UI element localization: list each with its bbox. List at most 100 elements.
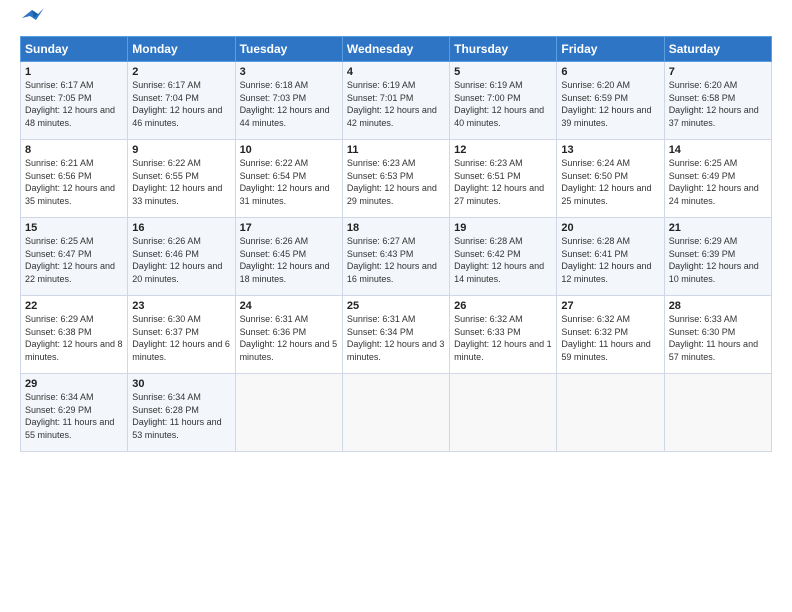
day-number: 3 xyxy=(240,66,338,78)
day-number: 11 xyxy=(347,144,445,156)
calendar-day-cell: 6 Sunrise: 6:20 AMSunset: 6:59 PMDayligh… xyxy=(557,62,664,140)
calendar-day-cell: 7 Sunrise: 6:20 AMSunset: 6:58 PMDayligh… xyxy=(664,62,771,140)
day-detail: Sunrise: 6:22 AMSunset: 6:55 PMDaylight:… xyxy=(132,158,222,206)
calendar-day-cell: 17 Sunrise: 6:26 AMSunset: 6:45 PMDaylig… xyxy=(235,218,342,296)
day-number: 14 xyxy=(669,144,767,156)
day-detail: Sunrise: 6:20 AMSunset: 6:58 PMDaylight:… xyxy=(669,80,759,128)
day-number: 6 xyxy=(561,66,659,78)
day-number: 2 xyxy=(132,66,230,78)
calendar-week-row: 8 Sunrise: 6:21 AMSunset: 6:56 PMDayligh… xyxy=(21,140,772,218)
day-detail: Sunrise: 6:23 AMSunset: 6:53 PMDaylight:… xyxy=(347,158,437,206)
day-number: 8 xyxy=(25,144,123,156)
day-number: 4 xyxy=(347,66,445,78)
calendar-day-cell: 24 Sunrise: 6:31 AMSunset: 6:36 PMDaylig… xyxy=(235,296,342,374)
day-detail: Sunrise: 6:28 AMSunset: 6:42 PMDaylight:… xyxy=(454,236,544,284)
day-number: 7 xyxy=(669,66,767,78)
day-detail: Sunrise: 6:18 AMSunset: 7:03 PMDaylight:… xyxy=(240,80,330,128)
day-number: 9 xyxy=(132,144,230,156)
calendar-body: 1 Sunrise: 6:17 AMSunset: 7:05 PMDayligh… xyxy=(21,62,772,452)
calendar-day-cell: 18 Sunrise: 6:27 AMSunset: 6:43 PMDaylig… xyxy=(342,218,449,296)
day-number: 18 xyxy=(347,222,445,234)
day-detail: Sunrise: 6:32 AMSunset: 6:33 PMDaylight:… xyxy=(454,314,552,362)
day-number: 16 xyxy=(132,222,230,234)
day-number: 26 xyxy=(454,300,552,312)
calendar-day-cell: 20 Sunrise: 6:28 AMSunset: 6:41 PMDaylig… xyxy=(557,218,664,296)
calendar-day-cell: 16 Sunrise: 6:26 AMSunset: 6:46 PMDaylig… xyxy=(128,218,235,296)
calendar-day-cell: 1 Sunrise: 6:17 AMSunset: 7:05 PMDayligh… xyxy=(21,62,128,140)
day-detail: Sunrise: 6:29 AMSunset: 6:38 PMDaylight:… xyxy=(25,314,123,362)
day-number: 13 xyxy=(561,144,659,156)
day-number: 20 xyxy=(561,222,659,234)
day-number: 30 xyxy=(132,378,230,390)
day-detail: Sunrise: 6:24 AMSunset: 6:50 PMDaylight:… xyxy=(561,158,651,206)
calendar-week-row: 1 Sunrise: 6:17 AMSunset: 7:05 PMDayligh… xyxy=(21,62,772,140)
day-number: 24 xyxy=(240,300,338,312)
calendar-day-cell: 26 Sunrise: 6:32 AMSunset: 6:33 PMDaylig… xyxy=(450,296,557,374)
calendar-day-cell: 14 Sunrise: 6:25 AMSunset: 6:49 PMDaylig… xyxy=(664,140,771,218)
calendar-day-cell: 12 Sunrise: 6:23 AMSunset: 6:51 PMDaylig… xyxy=(450,140,557,218)
day-number: 28 xyxy=(669,300,767,312)
calendar-day-cell: 11 Sunrise: 6:23 AMSunset: 6:53 PMDaylig… xyxy=(342,140,449,218)
day-detail: Sunrise: 6:29 AMSunset: 6:39 PMDaylight:… xyxy=(669,236,759,284)
day-detail: Sunrise: 6:25 AMSunset: 6:47 PMDaylight:… xyxy=(25,236,115,284)
calendar-header-row: SundayMondayTuesdayWednesdayThursdayFrid… xyxy=(21,37,772,62)
calendar-day-cell: 2 Sunrise: 6:17 AMSunset: 7:04 PMDayligh… xyxy=(128,62,235,140)
day-number: 10 xyxy=(240,144,338,156)
day-detail: Sunrise: 6:31 AMSunset: 6:36 PMDaylight:… xyxy=(240,314,338,362)
calendar-day-cell: 27 Sunrise: 6:32 AMSunset: 6:32 PMDaylig… xyxy=(557,296,664,374)
day-detail: Sunrise: 6:26 AMSunset: 6:46 PMDaylight:… xyxy=(132,236,222,284)
calendar-week-row: 15 Sunrise: 6:25 AMSunset: 6:47 PMDaylig… xyxy=(21,218,772,296)
day-detail: Sunrise: 6:22 AMSunset: 6:54 PMDaylight:… xyxy=(240,158,330,206)
calendar-day-cell: 9 Sunrise: 6:22 AMSunset: 6:55 PMDayligh… xyxy=(128,140,235,218)
day-number: 25 xyxy=(347,300,445,312)
day-number: 22 xyxy=(25,300,123,312)
day-number: 23 xyxy=(132,300,230,312)
calendar-header-cell: Monday xyxy=(128,37,235,62)
day-detail: Sunrise: 6:25 AMSunset: 6:49 PMDaylight:… xyxy=(669,158,759,206)
calendar-header-cell: Thursday xyxy=(450,37,557,62)
calendar-day-cell xyxy=(664,374,771,452)
calendar-day-cell: 30 Sunrise: 6:34 AMSunset: 6:28 PMDaylig… xyxy=(128,374,235,452)
day-number: 5 xyxy=(454,66,552,78)
day-number: 19 xyxy=(454,222,552,234)
day-detail: Sunrise: 6:23 AMSunset: 6:51 PMDaylight:… xyxy=(454,158,544,206)
calendar-day-cell xyxy=(557,374,664,452)
day-detail: Sunrise: 6:28 AMSunset: 6:41 PMDaylight:… xyxy=(561,236,651,284)
calendar-day-cell: 8 Sunrise: 6:21 AMSunset: 6:56 PMDayligh… xyxy=(21,140,128,218)
day-detail: Sunrise: 6:34 AMSunset: 6:29 PMDaylight:… xyxy=(25,392,114,440)
calendar-day-cell: 21 Sunrise: 6:29 AMSunset: 6:39 PMDaylig… xyxy=(664,218,771,296)
day-detail: Sunrise: 6:19 AMSunset: 7:00 PMDaylight:… xyxy=(454,80,544,128)
calendar-day-cell xyxy=(235,374,342,452)
day-detail: Sunrise: 6:34 AMSunset: 6:28 PMDaylight:… xyxy=(132,392,221,440)
logo xyxy=(20,16,44,26)
calendar-header-cell: Tuesday xyxy=(235,37,342,62)
day-detail: Sunrise: 6:33 AMSunset: 6:30 PMDaylight:… xyxy=(669,314,758,362)
day-number: 1 xyxy=(25,66,123,78)
day-detail: Sunrise: 6:20 AMSunset: 6:59 PMDaylight:… xyxy=(561,80,651,128)
calendar-day-cell: 23 Sunrise: 6:30 AMSunset: 6:37 PMDaylig… xyxy=(128,296,235,374)
header xyxy=(20,16,772,26)
page: SundayMondayTuesdayWednesdayThursdayFrid… xyxy=(0,0,792,612)
calendar-day-cell: 5 Sunrise: 6:19 AMSunset: 7:00 PMDayligh… xyxy=(450,62,557,140)
day-detail: Sunrise: 6:17 AMSunset: 7:05 PMDaylight:… xyxy=(25,80,115,128)
day-number: 12 xyxy=(454,144,552,156)
logo-bird-icon xyxy=(22,8,44,26)
day-detail: Sunrise: 6:19 AMSunset: 7:01 PMDaylight:… xyxy=(347,80,437,128)
calendar-header-cell: Sunday xyxy=(21,37,128,62)
day-number: 21 xyxy=(669,222,767,234)
day-number: 15 xyxy=(25,222,123,234)
day-detail: Sunrise: 6:32 AMSunset: 6:32 PMDaylight:… xyxy=(561,314,650,362)
calendar-day-cell: 29 Sunrise: 6:34 AMSunset: 6:29 PMDaylig… xyxy=(21,374,128,452)
calendar-day-cell: 13 Sunrise: 6:24 AMSunset: 6:50 PMDaylig… xyxy=(557,140,664,218)
day-detail: Sunrise: 6:31 AMSunset: 6:34 PMDaylight:… xyxy=(347,314,445,362)
calendar-day-cell: 22 Sunrise: 6:29 AMSunset: 6:38 PMDaylig… xyxy=(21,296,128,374)
calendar-table: SundayMondayTuesdayWednesdayThursdayFrid… xyxy=(20,36,772,452)
day-detail: Sunrise: 6:27 AMSunset: 6:43 PMDaylight:… xyxy=(347,236,437,284)
day-number: 29 xyxy=(25,378,123,390)
calendar-day-cell: 4 Sunrise: 6:19 AMSunset: 7:01 PMDayligh… xyxy=(342,62,449,140)
day-detail: Sunrise: 6:26 AMSunset: 6:45 PMDaylight:… xyxy=(240,236,330,284)
day-detail: Sunrise: 6:30 AMSunset: 6:37 PMDaylight:… xyxy=(132,314,230,362)
calendar-day-cell xyxy=(450,374,557,452)
calendar-day-cell: 28 Sunrise: 6:33 AMSunset: 6:30 PMDaylig… xyxy=(664,296,771,374)
calendar-day-cell: 25 Sunrise: 6:31 AMSunset: 6:34 PMDaylig… xyxy=(342,296,449,374)
